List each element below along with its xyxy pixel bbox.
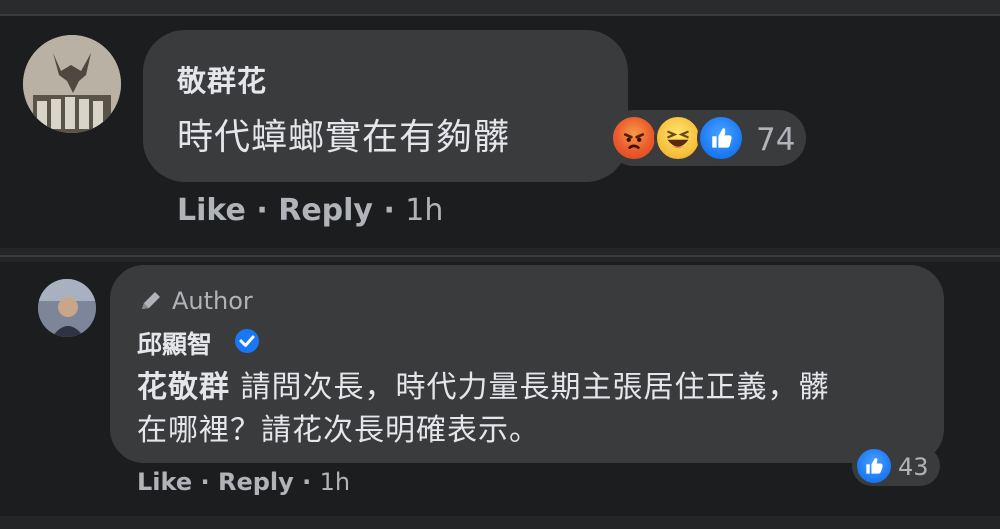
like-icon — [697, 114, 745, 162]
pencil-icon — [142, 292, 160, 309]
bottom-divider — [0, 516, 1000, 529]
reaction-count: 43 — [898, 453, 929, 481]
avatar-photo — [38, 279, 96, 337]
top-divider — [0, 0, 1000, 14]
reaction-count: 74 — [756, 122, 796, 158]
reply-author-name[interactable]: 邱顯智 — [137, 325, 212, 361]
reply-text-line2: 在哪裡？請花次長明確表示。 — [137, 413, 540, 448]
section-divider-line — [0, 255, 1000, 257]
top-divider-line — [0, 14, 1000, 16]
separator: · — [383, 193, 395, 228]
reply-button[interactable]: Reply — [278, 193, 373, 228]
like-button[interactable]: Like — [177, 193, 246, 228]
author-badge: Author — [172, 287, 253, 315]
angry-icon — [610, 114, 658, 162]
comment-actions: Like · Reply · 1h — [177, 193, 443, 228]
haha-icon — [654, 114, 702, 162]
reply-actions: Like · Reply · 1h — [137, 468, 350, 496]
like-icon — [854, 446, 894, 486]
separator: · — [256, 193, 268, 228]
separator: · — [200, 468, 210, 496]
avatar[interactable] — [38, 279, 96, 337]
comments-thread: 敬群花 時代蟑螂實在有夠髒 74 Like · Reply · 1h Autho… — [0, 0, 1000, 529]
avatar[interactable] — [23, 35, 121, 133]
separator: · — [302, 468, 312, 496]
mention-link[interactable]: 花敬群 — [137, 370, 230, 405]
comment-text: 時代蟑螂實在有夠髒 — [177, 117, 511, 158]
avatar-photo — [23, 35, 121, 133]
timestamp[interactable]: 1h — [320, 468, 350, 496]
like-button[interactable]: Like — [137, 468, 192, 496]
reply-text-line1: 請問次長，時代力量長期主張居住正義，髒 — [240, 370, 830, 405]
timestamp[interactable]: 1h — [405, 193, 443, 228]
verified-badge-icon — [235, 329, 259, 353]
reply-text: 花敬群 請問次長，時代力量長期主張居住正義，髒 — [137, 362, 830, 406]
reply-button[interactable]: Reply — [218, 468, 294, 496]
comment-author-name[interactable]: 敬群花 — [177, 58, 267, 100]
